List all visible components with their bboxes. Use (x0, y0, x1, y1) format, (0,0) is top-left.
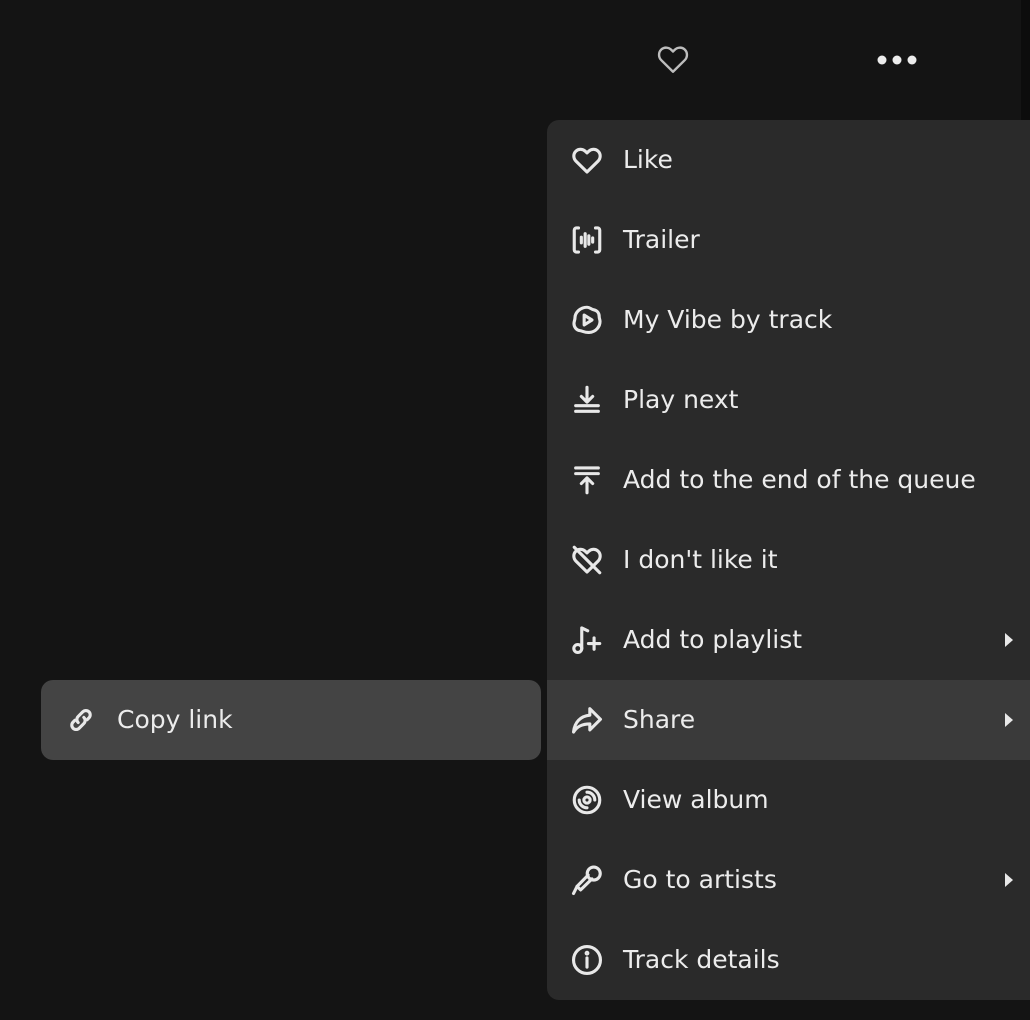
menu-item-label: Play next (623, 385, 739, 414)
menu-item-play-next[interactable]: Play next (547, 360, 1030, 440)
menu-item-dislike[interactable]: I don't like it (547, 520, 1030, 600)
my-vibe-icon (567, 300, 607, 340)
microphone-icon (567, 860, 607, 900)
track-context-menu: Like Trailer My Vibe by track Play next … (547, 120, 1030, 1000)
menu-item-like[interactable]: Like (547, 120, 1030, 200)
menu-item-label: Trailer (623, 225, 700, 254)
music-note-plus-icon (567, 620, 607, 660)
menu-item-add-to-queue-end[interactable]: Add to the end of the queue (547, 440, 1030, 520)
menu-item-label: View album (623, 785, 769, 814)
menu-item-label: Add to playlist (623, 625, 803, 654)
share-submenu: Copy link (41, 680, 541, 760)
play-next-icon (567, 380, 607, 420)
share-arrow-icon (567, 700, 607, 740)
menu-item-my-vibe[interactable]: My Vibe by track (547, 280, 1030, 360)
info-icon (567, 940, 607, 980)
menu-item-label: Share (623, 705, 696, 734)
more-options-button[interactable] (872, 40, 922, 80)
menu-item-label: Track details (623, 945, 780, 974)
waveform-icon (567, 220, 607, 260)
heart-icon (567, 140, 607, 180)
add-to-queue-end-icon (567, 460, 607, 500)
submenu-arrow-icon (1005, 873, 1013, 887)
menu-item-label: I don't like it (623, 545, 778, 574)
menu-item-view-album[interactable]: View album (547, 760, 1030, 840)
menu-item-go-to-artists[interactable]: Go to artists (547, 840, 1030, 920)
more-dots-icon (877, 55, 917, 65)
menu-item-label: My Vibe by track (623, 305, 833, 334)
submenu-arrow-icon (1005, 633, 1013, 647)
menu-item-share[interactable]: Share (547, 680, 1030, 760)
heart-icon (657, 46, 689, 73)
broken-heart-icon (567, 540, 607, 580)
menu-item-copy-link[interactable]: Copy link (41, 680, 541, 760)
album-disc-icon (567, 780, 607, 820)
menu-item-add-to-playlist[interactable]: Add to playlist (547, 600, 1030, 680)
menu-item-label: Like (623, 145, 673, 174)
menu-item-label: Go to artists (623, 865, 777, 894)
menu-item-label: Add to the end of the queue (623, 465, 976, 494)
scrollbar-track (1021, 0, 1030, 120)
menu-item-label: Copy link (117, 705, 233, 734)
link-icon (61, 700, 101, 740)
menu-item-track-details[interactable]: Track details (547, 920, 1030, 1000)
like-button[interactable] (650, 36, 696, 82)
menu-item-trailer[interactable]: Trailer (547, 200, 1030, 280)
submenu-arrow-icon (1005, 713, 1013, 727)
